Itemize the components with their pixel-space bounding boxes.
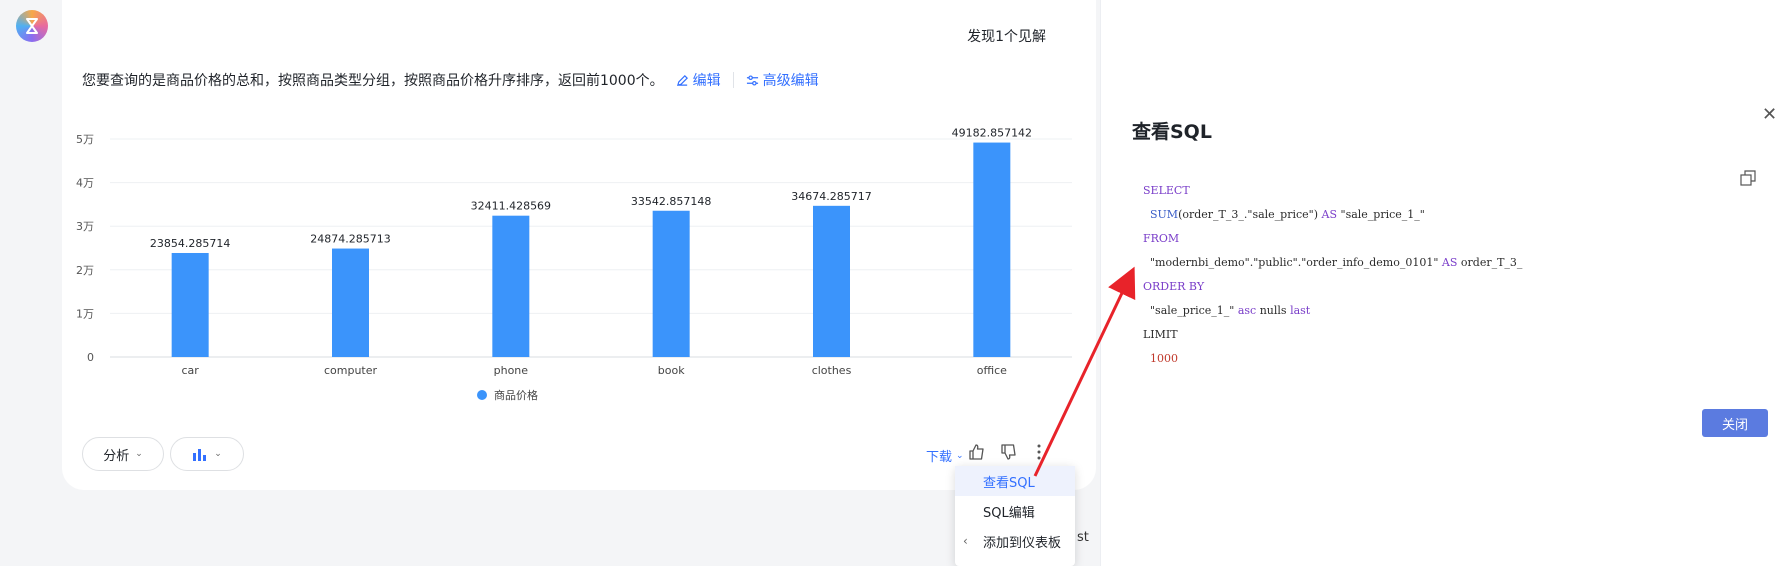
annotation-arrow (1033, 266, 1136, 477)
